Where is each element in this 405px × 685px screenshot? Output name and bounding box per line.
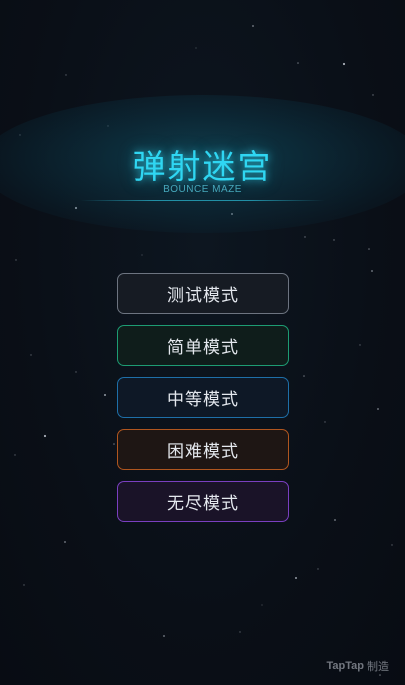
taptap-watermark: TapTap 制造 xyxy=(327,658,389,674)
hard-mode-button[interactable]: 困难模式 xyxy=(117,429,289,470)
watermark-brand: TapTap xyxy=(326,660,364,672)
easy-mode-button[interactable]: 简单模式 xyxy=(117,325,289,366)
endless-mode-button[interactable]: 无尽模式 xyxy=(117,481,289,522)
game-title: 弹射迷宫 xyxy=(132,147,273,186)
watermark-suffix: 制造 xyxy=(367,660,389,673)
medium-mode-button[interactable]: 中等模式 xyxy=(117,377,289,418)
title-divider xyxy=(80,200,325,201)
mode-menu: 测试模式 简单模式 中等模式 困难模式 无尽模式 xyxy=(117,273,291,533)
game-subtitle: BOUNCE MAZE xyxy=(163,184,242,195)
game-screen: 弹射迷宫 BOUNCE MAZE 测试模式 简单模式 中等模式 困难模式 无尽模… xyxy=(0,0,405,685)
test-mode-button[interactable]: 测试模式 xyxy=(117,273,289,314)
